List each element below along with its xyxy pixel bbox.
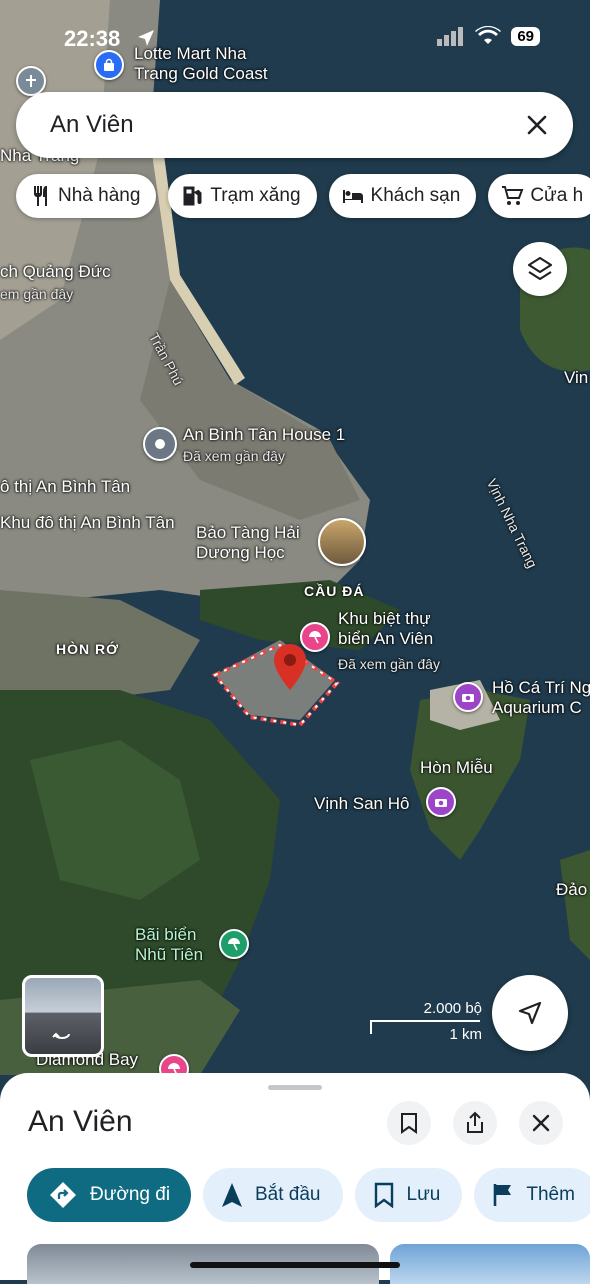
place-title: An Viên <box>28 1105 133 1138</box>
rotate-360-icon <box>52 1032 70 1039</box>
scale-km: 1 km <box>449 1026 482 1043</box>
flag-icon <box>494 1184 512 1206</box>
map-label-khu-biet-thu[interactable]: Khu biệt thự biển An Viên <box>338 609 433 648</box>
map-label-an-binh-tan-house[interactable]: An Bình Tân House 1 <box>183 425 345 445</box>
drag-handle[interactable] <box>268 1085 322 1090</box>
home-indicator[interactable] <box>190 1262 400 1268</box>
bookmark-icon <box>401 1113 417 1134</box>
navigation-arrow-icon <box>518 1001 542 1025</box>
category-chips: Nhà hàng Trạm xăng Khách sạn Cửa h <box>16 174 590 218</box>
action-label: Đường đi <box>89 1184 171 1205</box>
bookmark-icon <box>374 1182 393 1208</box>
chip-label: Trạm xăng <box>210 185 301 206</box>
place-actions: Đường đi Bắt đầu Lưu Thêm <box>27 1168 590 1222</box>
share-icon <box>467 1111 483 1133</box>
place-photo[interactable] <box>390 1244 590 1284</box>
directions-icon <box>49 1182 76 1208</box>
map-label-quang-duc-sub: em gần đây <box>0 286 74 302</box>
shopping-cart-icon <box>502 186 524 205</box>
hotel-icon <box>342 190 363 203</box>
map-label-ho-ca[interactable]: Hồ Cá Trí Ng Aquarium C <box>492 678 590 717</box>
wifi-icon <box>475 26 502 44</box>
map-label-do-thi-an-binh-tan[interactable]: ô thị An Bình Tân <box>0 477 130 497</box>
map-label-dao: Đảo <box>556 880 588 899</box>
map-scale: 2.000 bộ 1 km <box>370 1000 482 1044</box>
chip-restaurants[interactable]: Nhà hàng <box>16 174 157 218</box>
chip-label: Khách sạn <box>370 185 461 206</box>
cellular-signal-icon <box>437 27 464 46</box>
layers-button[interactable] <box>513 242 567 296</box>
navigation-arrow-icon <box>222 1183 242 1207</box>
directions-button[interactable]: Đường đi <box>27 1168 191 1222</box>
map-label-an-binh-tan-house-sub: Đã xem gần đây <box>183 448 285 464</box>
beach-umbrella-pin-icon[interactable] <box>219 929 249 959</box>
map-label-khu-do-thi[interactable]: Khu đô thị An Bình Tân <box>0 513 175 533</box>
chip-hotels[interactable]: Khách sạn <box>328 174 477 218</box>
map-label-vin[interactable]: Vin <box>564 368 588 388</box>
chip-label: Nhà hàng <box>58 185 141 206</box>
chip-gas-stations[interactable]: Trạm xăng <box>168 174 317 218</box>
map-label-bao-tang[interactable]: Bảo Tàng Hải Dương Học <box>196 523 300 562</box>
my-location-button[interactable] <box>492 975 568 1051</box>
search-input[interactable]: An Viên <box>50 111 517 139</box>
action-label: Bắt đầu <box>255 1184 321 1205</box>
action-label: Lưu <box>406 1184 441 1205</box>
close-icon <box>532 1114 550 1132</box>
action-label: Thêm <box>526 1184 575 1205</box>
map-label-hon-mieu: Hòn Miễu <box>420 758 493 777</box>
scale-feet: 2.000 bộ <box>423 1000 482 1017</box>
map-label-quang-duc[interactable]: ch Quảng Đức <box>0 262 111 282</box>
share-button[interactable] <box>453 1101 497 1145</box>
more-button[interactable]: Thêm <box>474 1168 590 1222</box>
map-label-hon-ro: HÒN RỚ <box>56 641 120 657</box>
save-place-button[interactable]: Lưu <box>354 1168 463 1222</box>
museum-photo-pin[interactable] <box>318 518 366 566</box>
search-bar[interactable]: An Viên <box>16 92 573 158</box>
camera-pin-icon[interactable] <box>453 682 483 712</box>
restaurant-icon <box>34 186 47 206</box>
start-navigation-button[interactable]: Bắt đầu <box>203 1168 343 1222</box>
street-view-thumbnail[interactable] <box>22 975 104 1057</box>
map-label-bai-bien-nhu-tien[interactable]: Bãi biển Nhũ Tiên <box>135 925 203 964</box>
save-button[interactable] <box>387 1101 431 1145</box>
close-icon[interactable] <box>517 105 557 145</box>
gas-station-icon <box>183 186 202 206</box>
layers-icon <box>527 256 553 281</box>
map-label-cau-da: CẦU ĐÁ <box>304 583 365 599</box>
camera-pin-icon[interactable] <box>426 787 456 817</box>
status-bar: 22:38 69 <box>0 0 590 80</box>
close-sheet-button[interactable] <box>519 1101 563 1145</box>
status-time: 22:38 <box>64 26 121 51</box>
chip-label: Cửa h <box>530 185 584 206</box>
map-label-vinh-san-ho[interactable]: Vịnh San Hô <box>314 794 409 814</box>
selected-location-marker-icon[interactable] <box>273 643 307 691</box>
chip-shopping[interactable]: Cửa h <box>488 174 590 218</box>
map-label-khu-biet-thu-sub: Đã xem gần đây <box>338 656 440 672</box>
battery-level: 69 <box>511 26 540 46</box>
location-pin-icon[interactable] <box>143 427 177 461</box>
location-arrow-icon <box>138 30 154 46</box>
